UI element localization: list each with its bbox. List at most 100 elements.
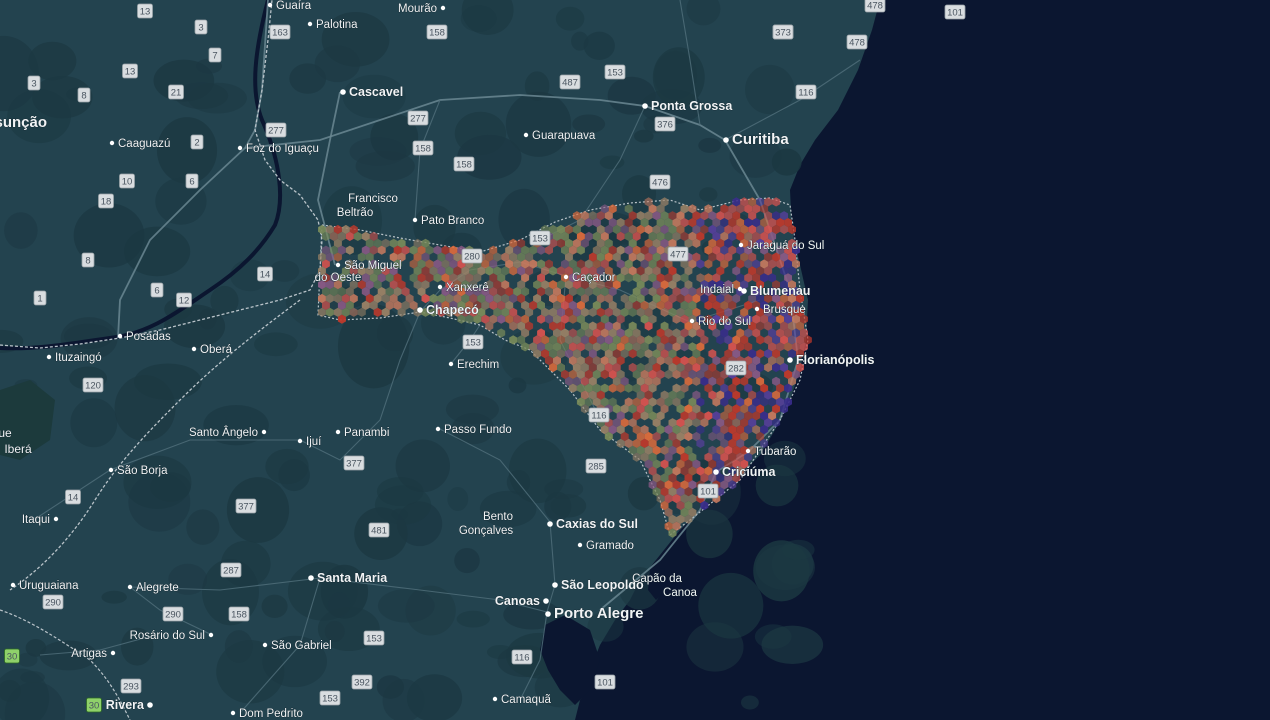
- city-label[interactable]: do Oeste: [314, 272, 362, 285]
- city-label[interactable]: Xanxerê: [437, 282, 489, 294]
- city-label[interactable]: Iberá: [4, 442, 32, 457]
- svg-text:Iberá: Iberá: [4, 442, 32, 456]
- city-label[interactable]: Cascavel: [340, 85, 404, 99]
- svg-text:Tubarão: Tubarão: [754, 446, 796, 458]
- highway-shield: 478: [864, 0, 886, 13]
- city-label[interactable]: Erechim: [448, 359, 499, 371]
- city-dot: [335, 429, 341, 435]
- highway-shield: 116: [795, 84, 817, 100]
- city-label[interactable]: Foz do Iguaçu: [237, 143, 319, 155]
- city-label[interactable]: Canoa: [663, 587, 698, 600]
- city-dot: [109, 140, 115, 146]
- city-label[interactable]: sunção: [0, 114, 47, 132]
- city-label[interactable]: Bento: [483, 511, 514, 524]
- city-dot: [754, 306, 760, 312]
- city-label[interactable]: Blumenau: [741, 284, 811, 298]
- city-label[interactable]: Brusque: [754, 304, 806, 316]
- map-canvas[interactable]: 13 3 7 13 3 8 21 2 10 6 18 8 6 12 14 1 120 14 163 277 158 158…: [0, 0, 1270, 720]
- city-label[interactable]: Florianópolis: [787, 353, 875, 367]
- city-label[interactable]: São Leopoldo: [552, 578, 644, 592]
- svg-text:Florianópolis: Florianópolis: [796, 353, 875, 367]
- land-patch: [454, 547, 480, 574]
- svg-text:Panambi: Panambi: [344, 427, 389, 439]
- city-label[interactable]: Posadas: [117, 331, 171, 343]
- city-label[interactable]: Criciúma: [713, 465, 777, 479]
- svg-text:Guarapuava: Guarapuava: [532, 130, 596, 142]
- city-label[interactable]: Caaguazú: [109, 138, 171, 150]
- svg-text:3: 3: [31, 79, 36, 90]
- land-patch: [203, 405, 269, 446]
- highway-shield: 101: [944, 4, 966, 20]
- land-patch: [782, 539, 815, 560]
- svg-text:18: 18: [101, 197, 112, 208]
- land-patch: [186, 509, 220, 545]
- city-label[interactable]: Dom Pedrito: [230, 708, 303, 720]
- svg-text:Cascavel: Cascavel: [349, 85, 403, 99]
- city-dot: [340, 89, 346, 95]
- city-label[interactable]: São Borja: [108, 465, 168, 477]
- city-label[interactable]: Santo Ângelo: [189, 426, 267, 439]
- highway-shield: 287: [220, 562, 242, 578]
- city-label[interactable]: Curitiba: [723, 131, 790, 148]
- highway-shield: 1: [33, 290, 47, 306]
- svg-text:476: 476: [652, 178, 668, 189]
- city-label[interactable]: Panambi: [335, 427, 390, 439]
- city-label[interactable]: Rosário do Sul: [129, 630, 214, 642]
- city-label[interactable]: ue: [0, 426, 12, 441]
- highway-shield: 153: [363, 630, 385, 646]
- city-label[interactable]: Ponta Grossa: [642, 99, 734, 113]
- city-dot: [723, 137, 729, 143]
- city-label[interactable]: Chapecó: [417, 303, 479, 317]
- highway-shield: 476: [649, 174, 671, 190]
- city-label[interactable]: Uruguaiana: [10, 580, 79, 592]
- city-label[interactable]: Palotina: [307, 19, 358, 31]
- city-label[interactable]: Santa Maria: [308, 571, 389, 585]
- city-label[interactable]: Pato Branco: [412, 215, 485, 227]
- city-dot: [147, 702, 153, 708]
- city-label[interactable]: São Miguel: [335, 260, 402, 272]
- svg-text:ue: ue: [0, 426, 12, 440]
- city-dot: [237, 145, 243, 151]
- svg-text:478: 478: [849, 38, 865, 49]
- city-label[interactable]: Alegrete: [127, 582, 179, 594]
- highway-shield: 6: [185, 173, 199, 189]
- svg-text:Beltrão: Beltrão: [337, 207, 373, 219]
- city-label[interactable]: Rio do Sul: [689, 316, 751, 328]
- city-dot: [437, 284, 443, 290]
- land-patch: [376, 675, 405, 699]
- city-label[interactable]: Tubarão: [745, 446, 797, 458]
- svg-text:Blumenau: Blumenau: [750, 284, 810, 298]
- city-label[interactable]: Caxias do Sul: [547, 517, 638, 531]
- city-dot: [110, 650, 116, 656]
- city-label[interactable]: Capão da: [632, 573, 683, 586]
- land-patch: [456, 610, 490, 628]
- svg-text:Capão da: Capão da: [632, 573, 682, 585]
- highway-shield: 120: [82, 377, 104, 393]
- city-label[interactable]: Guarapuava: [523, 130, 596, 142]
- land-patch: [508, 377, 527, 394]
- svg-text:158: 158: [415, 144, 431, 155]
- svg-text:30: 30: [7, 652, 18, 663]
- city-label[interactable]: Camaquã: [492, 694, 552, 706]
- svg-text:287: 287: [223, 566, 239, 577]
- city-label[interactable]: Francisco: [348, 193, 398, 206]
- city-dot: [267, 2, 273, 8]
- city-label[interactable]: Caçador: [563, 272, 616, 284]
- svg-text:14: 14: [260, 270, 271, 281]
- land-patch: [269, 260, 300, 282]
- city-label[interactable]: Beltrão: [336, 207, 373, 220]
- city-label[interactable]: Ituzaingó: [46, 352, 102, 364]
- svg-text:277: 277: [410, 114, 426, 125]
- svg-text:285: 285: [588, 462, 604, 473]
- city-label[interactable]: Porto Alegre: [545, 605, 644, 622]
- city-label[interactable]: Gonçalves: [459, 525, 514, 538]
- highway-shield: 377: [235, 498, 257, 514]
- svg-text:Oberá: Oberá: [200, 344, 233, 356]
- land-patch: [391, 508, 409, 521]
- svg-text:373: 373: [775, 28, 791, 39]
- city-label[interactable]: Gramado: [577, 540, 634, 552]
- city-label[interactable]: Jaraguá do Sul: [738, 240, 825, 252]
- city-label[interactable]: São Gabriel: [262, 640, 332, 652]
- city-label[interactable]: Passo Fundo: [435, 424, 512, 436]
- highway-shield: 6: [150, 282, 164, 298]
